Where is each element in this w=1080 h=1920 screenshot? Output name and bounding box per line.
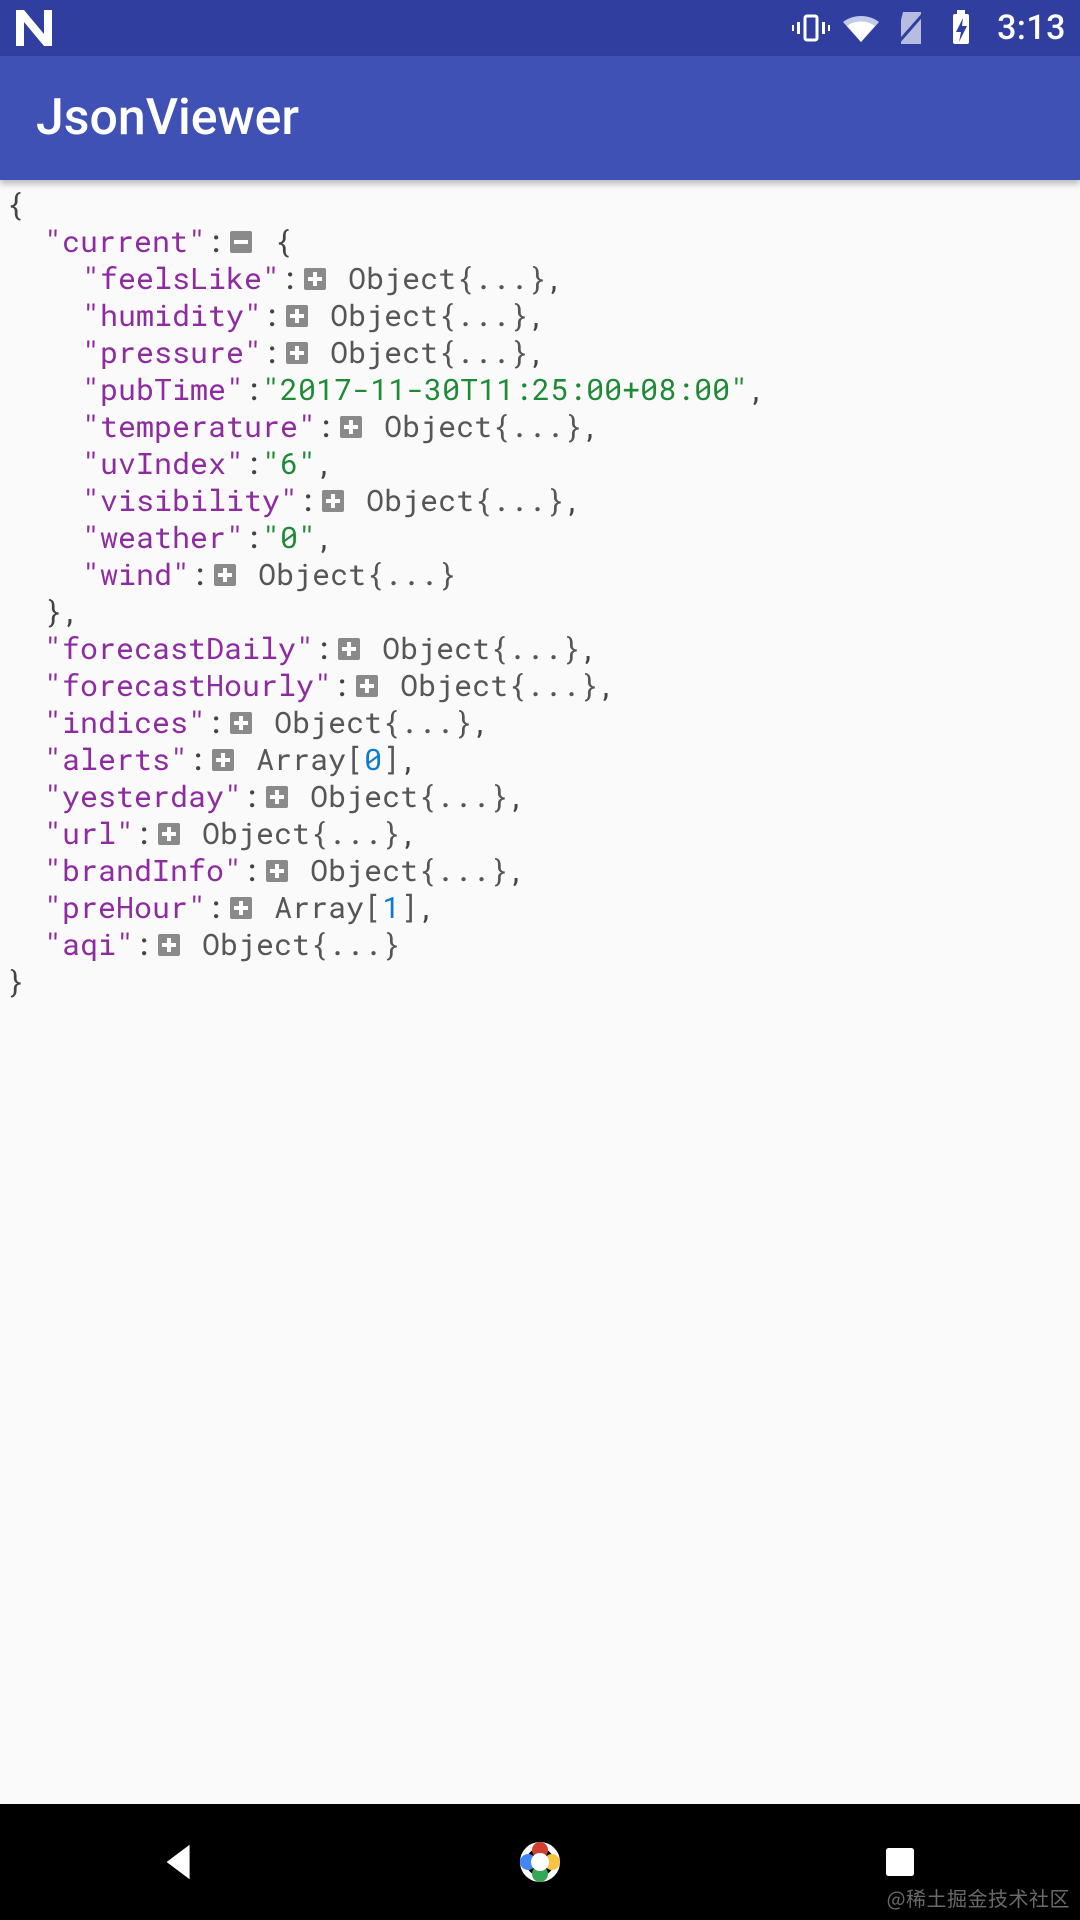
json-key: "preHour" — [44, 888, 206, 927]
expand-icon[interactable] — [337, 413, 365, 441]
expand-icon[interactable] — [155, 820, 183, 848]
json-row[interactable]: "yesterday": Object{...}, — [0, 778, 1080, 815]
android-n-logo — [10, 4, 58, 52]
json-viewer[interactable]: {"current": {"feelsLike": Object{...},"h… — [0, 180, 1080, 1804]
status-left — [10, 4, 58, 52]
clock: 3:13 — [997, 8, 1066, 48]
app-bar: JsonViewer — [0, 56, 1080, 180]
json-key: "forecastHourly" — [44, 666, 332, 705]
json-key: "yesterday" — [44, 777, 242, 816]
expand-icon[interactable] — [283, 339, 311, 367]
json-key: "feelsLike" — [82, 259, 280, 298]
expand-icon[interactable] — [227, 894, 255, 922]
expand-icon[interactable] — [227, 709, 255, 737]
wifi-icon — [841, 8, 881, 48]
expand-icon[interactable] — [353, 672, 381, 700]
json-row[interactable]: "pubTime":"2017-11-30T11:25:00+08:00", — [0, 371, 1080, 408]
status-right: 3:13 — [791, 8, 1066, 48]
json-row[interactable]: "forecastDaily": Object{...}, — [0, 630, 1080, 667]
json-row[interactable]: "aqi": Object{...} — [0, 926, 1080, 963]
json-row[interactable]: "url": Object{...}, — [0, 815, 1080, 852]
nav-home-button[interactable] — [480, 1804, 600, 1920]
json-key: "url" — [44, 814, 134, 853]
expand-icon[interactable] — [209, 746, 237, 774]
json-key: "brandInfo" — [44, 851, 242, 890]
watermark-text: @稀土掘金技术社区 — [887, 1883, 1070, 1912]
json-key: "humidity" — [82, 296, 262, 335]
json-row-close: }, — [0, 593, 1080, 630]
json-key: "pressure" — [82, 333, 262, 372]
no-sim-icon — [891, 8, 931, 48]
nav-back-button[interactable] — [120, 1804, 240, 1920]
json-row[interactable]: "current": { — [0, 223, 1080, 260]
json-key: "pubTime" — [82, 370, 244, 409]
json-key: "indices" — [44, 703, 206, 742]
android-nav-bar: @稀土掘金技术社区 — [0, 1804, 1080, 1920]
json-key: "forecastDaily" — [44, 629, 314, 668]
json-row[interactable]: "pressure": Object{...}, — [0, 334, 1080, 371]
json-row[interactable]: "temperature": Object{...}, — [0, 408, 1080, 445]
json-row[interactable]: "humidity": Object{...}, — [0, 297, 1080, 334]
json-open-brace: { — [0, 186, 1080, 223]
json-row[interactable]: "feelsLike": Object{...}, — [0, 260, 1080, 297]
json-row[interactable]: "preHour": Array[1], — [0, 889, 1080, 926]
vibrate-icon — [791, 8, 831, 48]
json-key: "current" — [44, 222, 206, 261]
json-key: "wind" — [82, 555, 190, 594]
expand-icon[interactable] — [155, 931, 183, 959]
json-key: "weather" — [82, 518, 244, 557]
json-row[interactable]: "uvIndex":"6", — [0, 445, 1080, 482]
expand-icon[interactable] — [263, 783, 291, 811]
json-key: "aqi" — [44, 925, 134, 964]
json-row[interactable]: "forecastHourly": Object{...}, — [0, 667, 1080, 704]
app-title: JsonViewer — [36, 89, 299, 147]
json-key: "visibility" — [82, 481, 298, 520]
json-row[interactable]: "weather":"0", — [0, 519, 1080, 556]
json-key: "uvIndex" — [82, 444, 244, 483]
expand-icon[interactable] — [319, 487, 347, 515]
expand-icon[interactable] — [283, 302, 311, 330]
json-row[interactable]: "visibility": Object{...}, — [0, 482, 1080, 519]
json-row[interactable]: "wind": Object{...} — [0, 556, 1080, 593]
expand-icon[interactable] — [301, 265, 329, 293]
battery-charging-icon — [941, 8, 981, 48]
json-row[interactable]: "alerts": Array[0], — [0, 741, 1080, 778]
collapse-icon[interactable] — [227, 228, 255, 256]
status-bar: 3:13 — [0, 0, 1080, 56]
json-key: "temperature" — [82, 407, 316, 446]
json-row[interactable]: "brandInfo": Object{...}, — [0, 852, 1080, 889]
expand-icon[interactable] — [211, 561, 239, 589]
json-close-brace: } — [0, 963, 1080, 1000]
expand-icon[interactable] — [263, 857, 291, 885]
json-row[interactable]: "indices": Object{...}, — [0, 704, 1080, 741]
expand-icon[interactable] — [335, 635, 363, 663]
json-key: "alerts" — [44, 740, 188, 779]
